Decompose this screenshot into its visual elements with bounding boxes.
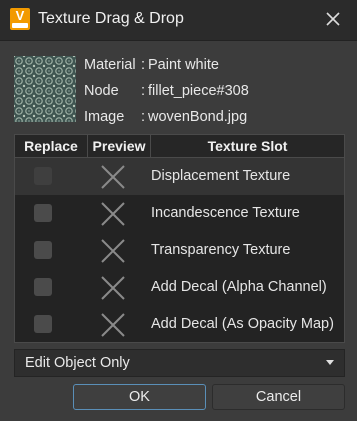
close-icon[interactable] [323, 9, 343, 29]
title-bar: V Texture Drag & Drop [0, 0, 357, 41]
texture-slot-label: Add Decal (As Opacity Map) [151, 316, 334, 332]
no-preview-x-icon [101, 276, 125, 300]
texture-slot-label: Transparency Texture [151, 242, 291, 258]
table-row[interactable]: Incandescence Texture [15, 195, 344, 232]
texture-slot-label: Displacement Texture [151, 168, 291, 184]
window-title: Texture Drag & Drop [38, 10, 184, 27]
image-label: Image [84, 109, 125, 125]
header-texture-slot: Texture Slot [207, 138, 288, 154]
edit-mode-dropdown[interactable]: Edit Object Only [14, 349, 345, 377]
dropdown-value: Edit Object Only [25, 355, 130, 371]
ok-button[interactable]: OK [73, 384, 206, 410]
app-logo-icon: V [10, 8, 30, 30]
replace-checkbox[interactable] [34, 241, 52, 259]
cancel-button[interactable]: Cancel [212, 384, 345, 410]
texture-slot-table: Replace Preview Texture Slot Displacemen… [14, 134, 345, 343]
replace-checkbox[interactable] [34, 204, 52, 222]
image-value: wovenBond.jpg [148, 109, 248, 125]
header-preview: Preview [92, 138, 146, 154]
image-colon: : [141, 109, 146, 125]
material-label: Material [84, 57, 136, 73]
no-preview-x-icon [101, 202, 125, 226]
material-value: Paint white [148, 57, 219, 73]
header-replace: Replace [24, 138, 78, 154]
table-row[interactable]: Transparency Texture [15, 232, 344, 269]
texture-swatch [14, 56, 76, 122]
no-preview-x-icon [101, 165, 125, 189]
replace-checkbox[interactable] [34, 278, 52, 296]
node-value: fillet_piece#308 [148, 83, 249, 99]
node-colon: : [141, 83, 146, 99]
replace-checkbox[interactable] [34, 315, 52, 333]
material-colon: : [141, 57, 146, 73]
table-row[interactable]: Add Decal (Alpha Channel) [15, 269, 344, 306]
no-preview-x-icon [101, 313, 125, 337]
node-label: Node [84, 83, 119, 99]
replace-checkbox[interactable] [34, 167, 52, 185]
texture-slot-label: Incandescence Texture [151, 205, 300, 221]
table-header: Replace Preview Texture Slot [15, 135, 344, 158]
texture-slot-label: Add Decal (Alpha Channel) [151, 279, 327, 295]
table-row[interactable]: Add Decal (As Opacity Map) [15, 306, 344, 343]
chevron-down-icon [326, 360, 334, 365]
table-row[interactable]: Displacement Texture [15, 158, 344, 195]
no-preview-x-icon [101, 239, 125, 263]
